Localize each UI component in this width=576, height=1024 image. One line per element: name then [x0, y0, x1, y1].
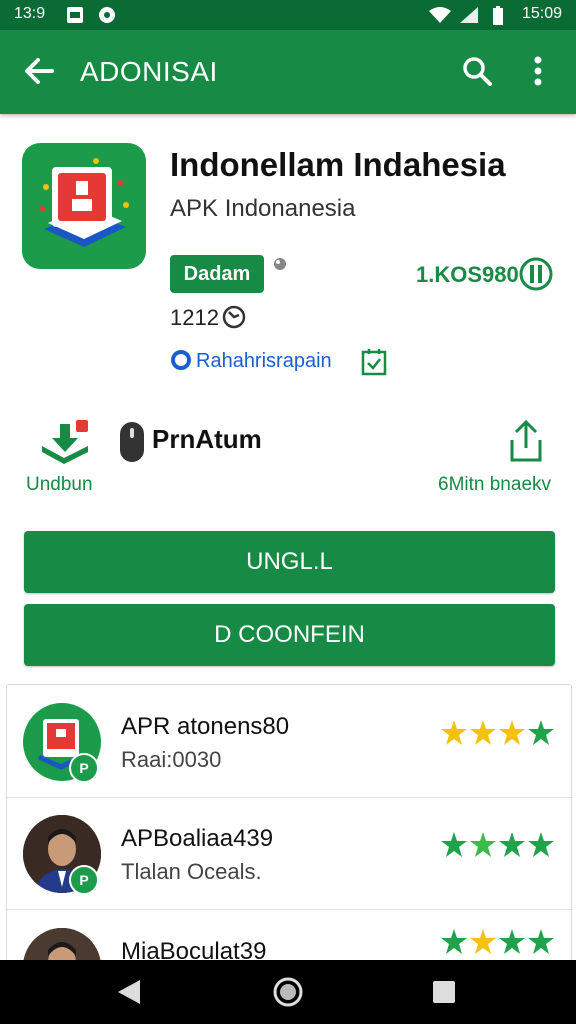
- star-icon: [441, 929, 467, 954]
- status-bar: 13:9 15:09: [0, 0, 576, 30]
- verified-check-icon: [360, 346, 388, 381]
- search-icon[interactable]: [460, 54, 494, 93]
- premium-label[interactable]: PrnAtum: [152, 424, 262, 455]
- uninstall-icon[interactable]: [38, 418, 94, 473]
- share-icon[interactable]: [506, 418, 546, 471]
- info-dot-icon: [272, 256, 288, 277]
- related-link[interactable]: Rahahrisrapain: [196, 350, 332, 373]
- star-icon: [470, 720, 496, 745]
- uninstall-label[interactable]: Undbun: [26, 474, 93, 496]
- status-time-right: 15:09: [521, 5, 562, 22]
- star-icon: [528, 929, 554, 954]
- star-icon: [470, 929, 496, 954]
- open-button[interactable]: D COONFEIN: [24, 604, 555, 666]
- star-icon: [528, 832, 554, 857]
- notification-image-icon: [66, 6, 84, 29]
- share-label[interactable]: 6Mitn bnaekv: [438, 474, 551, 496]
- status-time-left: 13:9: [14, 5, 46, 22]
- list-item-subtitle: Raai:0030: [121, 747, 222, 772]
- uninstall-button[interactable]: UNGL.L: [24, 531, 555, 593]
- app-bar: ADONISAI: [0, 30, 576, 114]
- star-icon: [499, 929, 525, 954]
- app-icon: [22, 143, 146, 269]
- rating-stars: [441, 719, 561, 752]
- list-item-title: APBoaliaa439: [121, 825, 274, 852]
- star-icon: [499, 720, 525, 745]
- app-bar-title: ADONISAI: [80, 56, 218, 87]
- clock-icon: [222, 305, 246, 334]
- star-icon: [499, 832, 525, 857]
- app-developer[interactable]: APK Indonanesia: [170, 195, 355, 223]
- more-options-icon[interactable]: [532, 54, 544, 93]
- list-item[interactable]: P APBoaliaa439 Tlalan Oceals.: [7, 797, 571, 910]
- play-badge-icon: P: [69, 753, 99, 783]
- app-badge: Dadam: [170, 255, 264, 293]
- app-version: 1212: [170, 305, 219, 330]
- signal-icon: [458, 6, 480, 29]
- downloads-count: 1.KOS980: [416, 262, 519, 287]
- downloads-info-icon: [518, 256, 554, 297]
- list-item[interactable]: P APR atonens80 Raai:0030: [7, 685, 571, 798]
- notification-dot-icon: [98, 6, 116, 29]
- related-apps-list: P APR atonens80 Raai:0030 P APBoaliaa439…: [6, 684, 572, 976]
- star-icon: [470, 832, 496, 857]
- battery-icon: [492, 6, 504, 31]
- link-chain-icon: [170, 348, 192, 377]
- app-title: Indonellam Indahesia: [170, 146, 506, 183]
- mouse-icon: [118, 420, 146, 469]
- rating-stars: [441, 928, 561, 961]
- nav-back-icon[interactable]: [116, 978, 142, 1011]
- star-icon: [441, 720, 467, 745]
- list-item-title: APR atonens80: [121, 713, 290, 740]
- wifi-icon: [428, 6, 452, 29]
- nav-recents-icon[interactable]: [432, 980, 456, 1009]
- rating-stars: [441, 831, 561, 864]
- nav-home-icon[interactable]: [272, 976, 304, 1013]
- play-badge-icon: P: [69, 865, 99, 895]
- list-item-subtitle: Tlalan Oceals.: [121, 859, 262, 884]
- system-nav-bar: [0, 960, 576, 1024]
- star-icon: [528, 720, 554, 745]
- back-arrow-icon[interactable]: [22, 54, 56, 93]
- star-icon: [441, 832, 467, 857]
